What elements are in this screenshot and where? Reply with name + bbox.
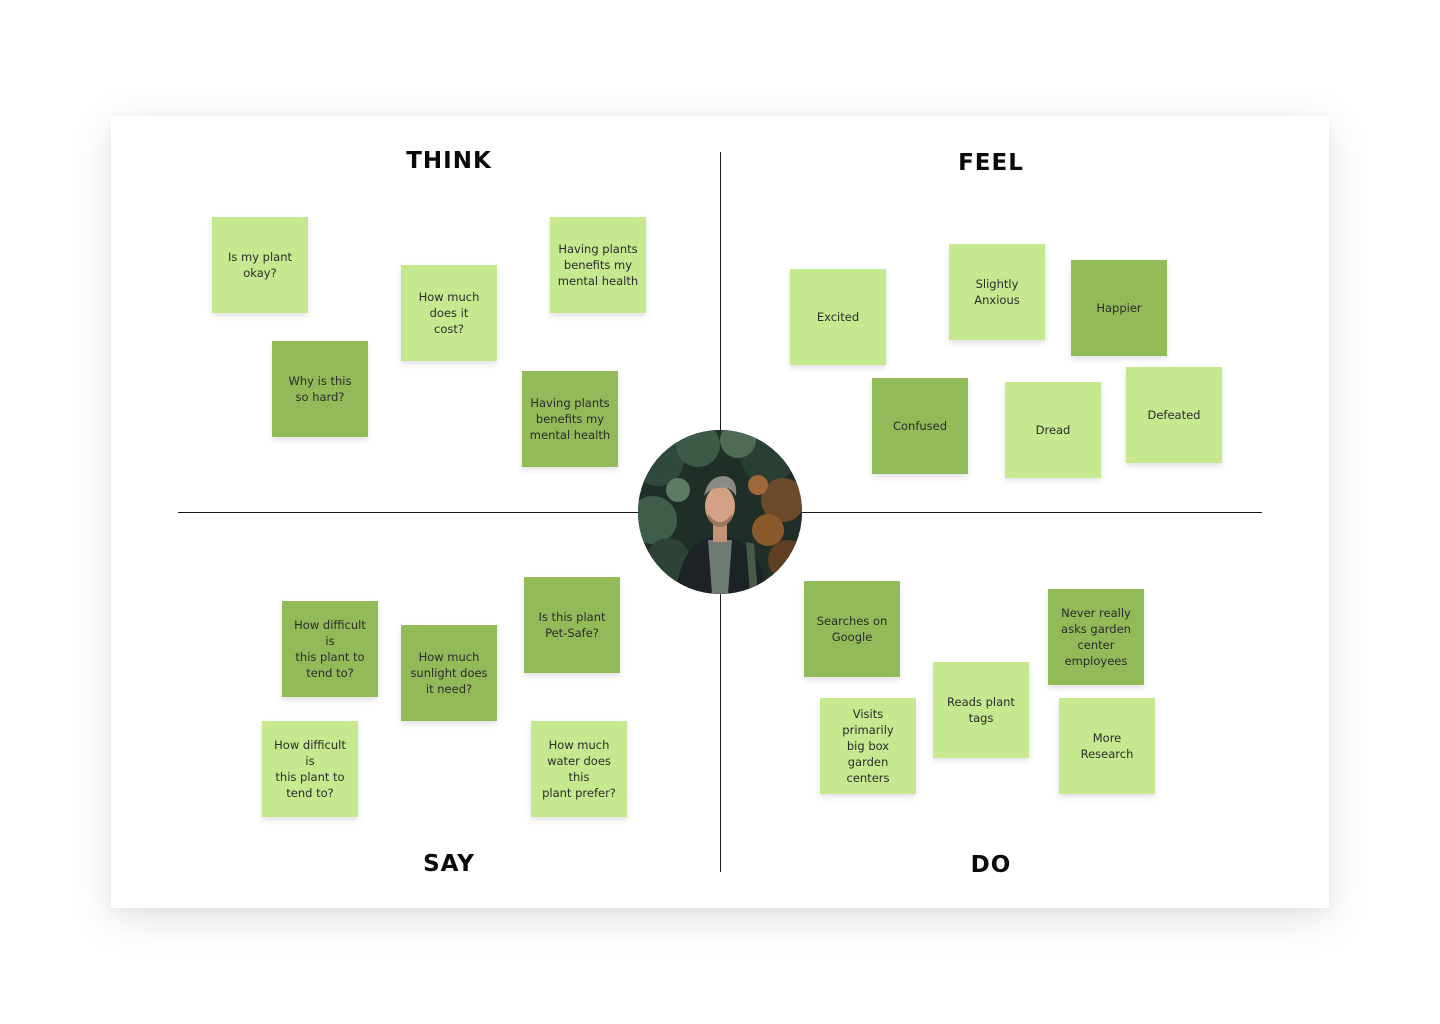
sticky-note[interactable]: Is my plant okay? (212, 217, 308, 313)
sticky-note[interactable]: Dread (1005, 382, 1101, 478)
think-heading: THINK (406, 148, 492, 174)
sticky-note[interactable]: Having plants benefits my mental health (550, 217, 646, 313)
sticky-note[interactable]: Visits primarily big box garden centers (820, 698, 916, 794)
sticky-note[interactable]: Slightly Anxious (949, 244, 1045, 340)
sticky-note[interactable]: How difficult is this plant to tend to? (282, 601, 378, 697)
sticky-note[interactable]: Is this plant Pet-Safe? (524, 577, 620, 673)
say-heading: SAY (423, 851, 475, 877)
sticky-note[interactable]: How much sunlight does it need? (401, 625, 497, 721)
feel-heading: FEEL (958, 150, 1024, 176)
sticky-note[interactable]: Excited (790, 269, 886, 365)
sticky-note[interactable]: Reads plant tags (933, 662, 1029, 758)
sticky-note[interactable]: Why is this so hard? (272, 341, 368, 437)
sticky-note[interactable]: Confused (872, 378, 968, 474)
sticky-note[interactable]: Never really asks garden center employee… (1048, 589, 1144, 685)
do-heading: DO (970, 852, 1012, 878)
sticky-note[interactable]: How much does it cost? (401, 265, 497, 361)
sticky-note[interactable]: How difficult is this plant to tend to? (262, 721, 358, 817)
sticky-note[interactable]: Defeated (1126, 367, 1222, 463)
sticky-note[interactable]: How much water does this plant prefer? (531, 721, 627, 817)
sticky-note[interactable]: Happier (1071, 260, 1167, 356)
persona-avatar (638, 430, 802, 594)
sticky-note[interactable]: Searches on Google (804, 581, 900, 677)
persona-photo (638, 430, 802, 594)
sticky-note[interactable]: More Research (1059, 698, 1155, 794)
sticky-note[interactable]: Having plants benefits my mental health (522, 371, 618, 467)
